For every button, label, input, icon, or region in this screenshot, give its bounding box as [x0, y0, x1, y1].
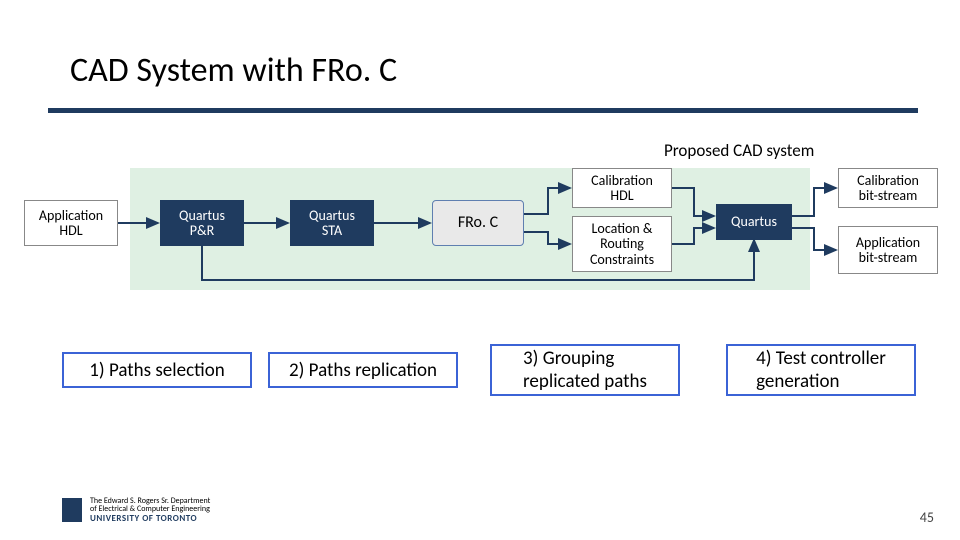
node-calibration-hdl: Calibration HDL	[572, 168, 672, 208]
node-location-routing-constraints: Location & Routing Constraints	[572, 216, 672, 272]
step-3-grouping: 3) Grouping replicated paths	[490, 344, 680, 396]
node-calibration-bitstream: Calibration bit-stream	[838, 168, 938, 208]
proposed-caption: Proposed CAD system	[664, 140, 814, 161]
step-4-test-controller: 4) Test controller generation	[726, 344, 916, 396]
node-quartus-pnr: Quartus P&R	[160, 200, 244, 246]
node-application-bitstream: Application bit-stream	[838, 226, 938, 274]
step-2-paths-replication: 2) Paths replication	[268, 352, 458, 388]
slide-title: CAD System with FRo. C	[70, 50, 397, 91]
university-crest-icon	[62, 498, 82, 522]
node-froc: FRo. C	[432, 200, 524, 246]
step-1-paths-selection: 1) Paths selection	[62, 352, 252, 388]
footer-university: UNIVERSITY OF TORONTO	[90, 514, 210, 524]
slide-number: 45	[920, 509, 934, 526]
node-quartus-sta: Quartus STA	[290, 200, 374, 246]
footer-department: The Edward S. Rogers Sr. Department of E…	[90, 497, 210, 515]
node-quartus: Quartus	[716, 204, 792, 240]
node-application-hdl: Application HDL	[24, 200, 118, 246]
footer-affiliation: The Edward S. Rogers Sr. Department of E…	[62, 497, 210, 524]
title-underline	[48, 108, 918, 113]
